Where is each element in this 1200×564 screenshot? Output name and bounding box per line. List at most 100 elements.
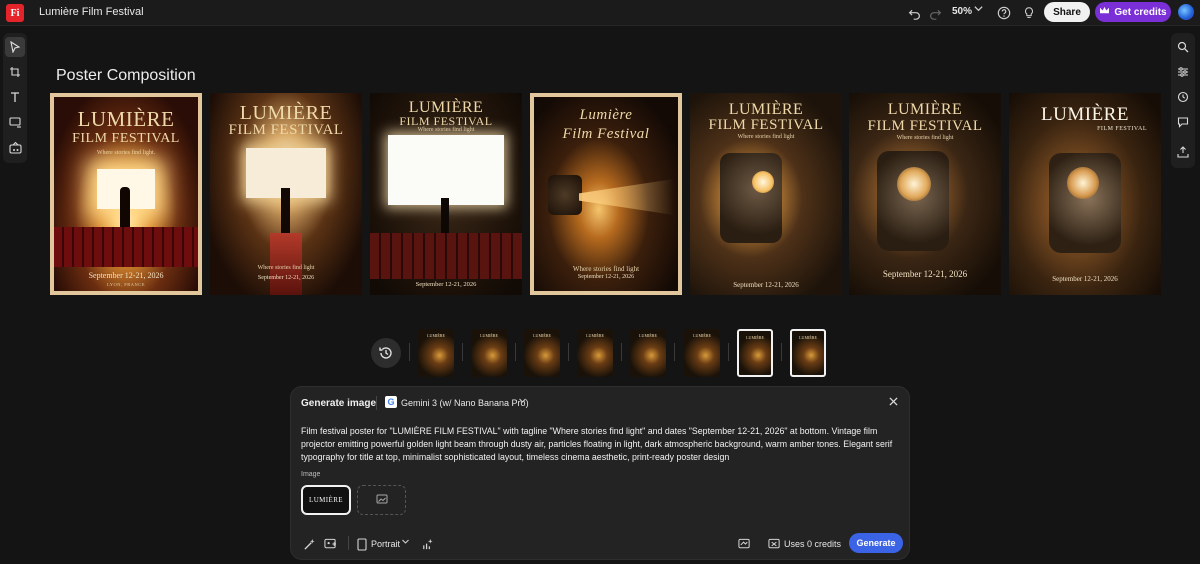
thumbnail[interactable]: LUMIÈRE xyxy=(684,329,720,377)
poster-title-line2: Film Festival xyxy=(562,126,650,142)
thumbnail-title: LUMIÈRE xyxy=(586,333,604,338)
generate-image-panel: Generate image G Gemini 3 (w/ Nano Banan… xyxy=(290,386,910,560)
poster-tagline: Where stories find light xyxy=(417,127,475,133)
poster-tagline: Where stories find light. xyxy=(96,150,156,156)
thumbnail[interactable]: LUMIÈRE xyxy=(418,329,454,377)
redo-icon[interactable] xyxy=(925,3,945,23)
thumbnail[interactable]: LUMIÈRE xyxy=(630,329,666,377)
poster-tagline: Where stories find light xyxy=(737,134,795,140)
poster-title-line2: FILM FESTIVAL xyxy=(72,131,180,146)
right-toolbar xyxy=(1171,33,1195,168)
image-icon xyxy=(376,491,388,509)
poster-title-line2: FILM FESTIVAL xyxy=(1097,126,1147,132)
poster-card[interactable]: LUMIÈRE FILM FESTIVAL Where stories find… xyxy=(50,93,202,295)
frame-tool-icon[interactable] xyxy=(5,62,25,82)
reference-image[interactable]: LUMIÈRE xyxy=(301,485,351,515)
share-button[interactable]: Share xyxy=(1044,2,1090,22)
help-icon[interactable] xyxy=(994,3,1014,23)
poster-date: September 12-21, 2026 xyxy=(1052,275,1118,283)
poster-title-line2: FILM FESTIVAL xyxy=(708,117,824,133)
zoom-level[interactable]: 50% xyxy=(952,6,972,17)
left-toolbar xyxy=(3,33,27,163)
thumbnail-title: LUMIÈRE xyxy=(799,335,817,340)
poster-date: September 12-21, 2026 xyxy=(882,269,968,279)
lightbulb-icon[interactable] xyxy=(1019,3,1039,23)
search-icon[interactable] xyxy=(1173,37,1193,57)
poster-date: September 12-21, 2026 xyxy=(88,271,164,280)
shape-tool-icon[interactable] xyxy=(5,112,25,132)
cinema-screen xyxy=(388,135,504,205)
poster-date: September 12-21, 2026 xyxy=(415,281,477,288)
theater-seats xyxy=(370,233,522,279)
portrait-icon[interactable] xyxy=(354,536,370,552)
divider xyxy=(674,343,675,361)
gemini-icon: G xyxy=(385,396,397,408)
poster-tagline: Where stories find light xyxy=(257,265,315,271)
film-projector xyxy=(877,151,949,251)
app-logo[interactable]: Fi xyxy=(6,4,24,22)
thumbnail[interactable]: LUMIÈRE xyxy=(577,329,613,377)
image-settings-icon[interactable] xyxy=(736,536,752,552)
effects-icon[interactable] xyxy=(419,536,435,552)
credits-usage: Uses 0 credits xyxy=(784,539,842,549)
projector-lens xyxy=(752,171,774,193)
undo-icon[interactable] xyxy=(904,3,924,23)
divider xyxy=(568,343,569,361)
poster-card[interactable]: LUMIÈRE FILM FESTIVAL Where stories find… xyxy=(210,93,362,295)
poster-title-line1: LUMIÈRE xyxy=(77,107,175,131)
style-reference-icon[interactable] xyxy=(322,536,338,552)
chevron-down-icon[interactable] xyxy=(401,537,410,548)
generate-button[interactable]: Generate xyxy=(849,533,903,553)
aspect-ratio-selector[interactable]: Portrait xyxy=(371,539,400,549)
poster-title-line1: LUMIÈRE xyxy=(887,101,963,118)
poster-date: September 12-21, 2026 xyxy=(257,275,315,281)
get-credits-button[interactable]: Get credits xyxy=(1095,2,1171,22)
theater-seats xyxy=(54,227,198,267)
model-selector[interactable]: Gemini 3 (w/ Nano Banana Pro) xyxy=(401,398,529,408)
chevron-down-icon[interactable] xyxy=(973,3,984,17)
thumbnail[interactable]: LUMIÈRE xyxy=(524,329,560,377)
film-projector xyxy=(548,175,582,215)
prompt-input[interactable]: Film festival poster for "LUMIÈRE FILM F… xyxy=(301,425,901,464)
chevron-down-icon[interactable] xyxy=(518,396,527,407)
document-title[interactable]: Lumière Film Festival xyxy=(39,6,144,18)
thumbnail[interactable]: LUMIÈRE xyxy=(737,329,773,377)
top-bar: Fi Lumière Film Festival 50% Share Get c… xyxy=(0,0,1200,26)
divider xyxy=(376,396,377,410)
thumbnail[interactable]: LUMIÈRE xyxy=(790,329,826,377)
comment-icon[interactable] xyxy=(1173,112,1193,132)
credits-icon xyxy=(766,536,782,552)
light-beam xyxy=(579,179,674,215)
generative-tool-icon[interactable] xyxy=(5,137,25,157)
poster-card[interactable]: LUMIÈRE FILM FESTIVAL Where stories find… xyxy=(849,93,1001,295)
poster-card[interactable]: LUMIÈRE FILM FESTIVAL Where stories find… xyxy=(690,93,842,295)
generation-history-button[interactable] xyxy=(371,338,401,368)
poster-card[interactable]: Lumière Film Festival Where stories find… xyxy=(530,93,682,295)
poster-title-line2: FILM FESTIVAL xyxy=(399,114,493,128)
divider xyxy=(348,536,349,550)
adjustments-icon[interactable] xyxy=(1173,62,1193,82)
thumbnail-title: LUMIÈRE xyxy=(427,333,445,338)
poster-card[interactable]: LUMIÈRE FILM FESTIVAL Where stories find… xyxy=(370,93,522,295)
poster-title-line2: FILM FESTIVAL xyxy=(228,122,344,138)
poster-location: LYON, FRANCE xyxy=(106,282,146,287)
poster-date: September 12-21, 2026 xyxy=(577,274,635,280)
close-icon[interactable] xyxy=(889,395,898,409)
film-projector xyxy=(720,153,782,243)
history-icon[interactable] xyxy=(1173,87,1193,107)
export-icon[interactable] xyxy=(1173,142,1193,162)
poster-title-line1: LUMIÈRE xyxy=(728,101,804,118)
image-label: Image xyxy=(301,471,321,478)
wand-icon[interactable] xyxy=(301,536,317,552)
avatar[interactable] xyxy=(1178,4,1194,20)
poster-date: September 12-21, 2026 xyxy=(733,281,799,289)
poster-title-line2: FILM FESTIVAL xyxy=(867,118,983,134)
panel-title: Generate image xyxy=(301,398,377,409)
poster-card[interactable]: LUMIÈRE FILM FESTIVAL September 12-21, 2… xyxy=(1009,93,1161,295)
select-tool-icon[interactable] xyxy=(5,37,25,57)
add-image-button[interactable] xyxy=(357,485,406,515)
text-tool-icon[interactable] xyxy=(5,87,25,107)
thumbnail[interactable]: LUMIÈRE xyxy=(471,329,507,377)
thumbnail-title: LUMIÈRE xyxy=(480,333,498,338)
thumbnail-title: LUMIÈRE xyxy=(639,333,657,338)
